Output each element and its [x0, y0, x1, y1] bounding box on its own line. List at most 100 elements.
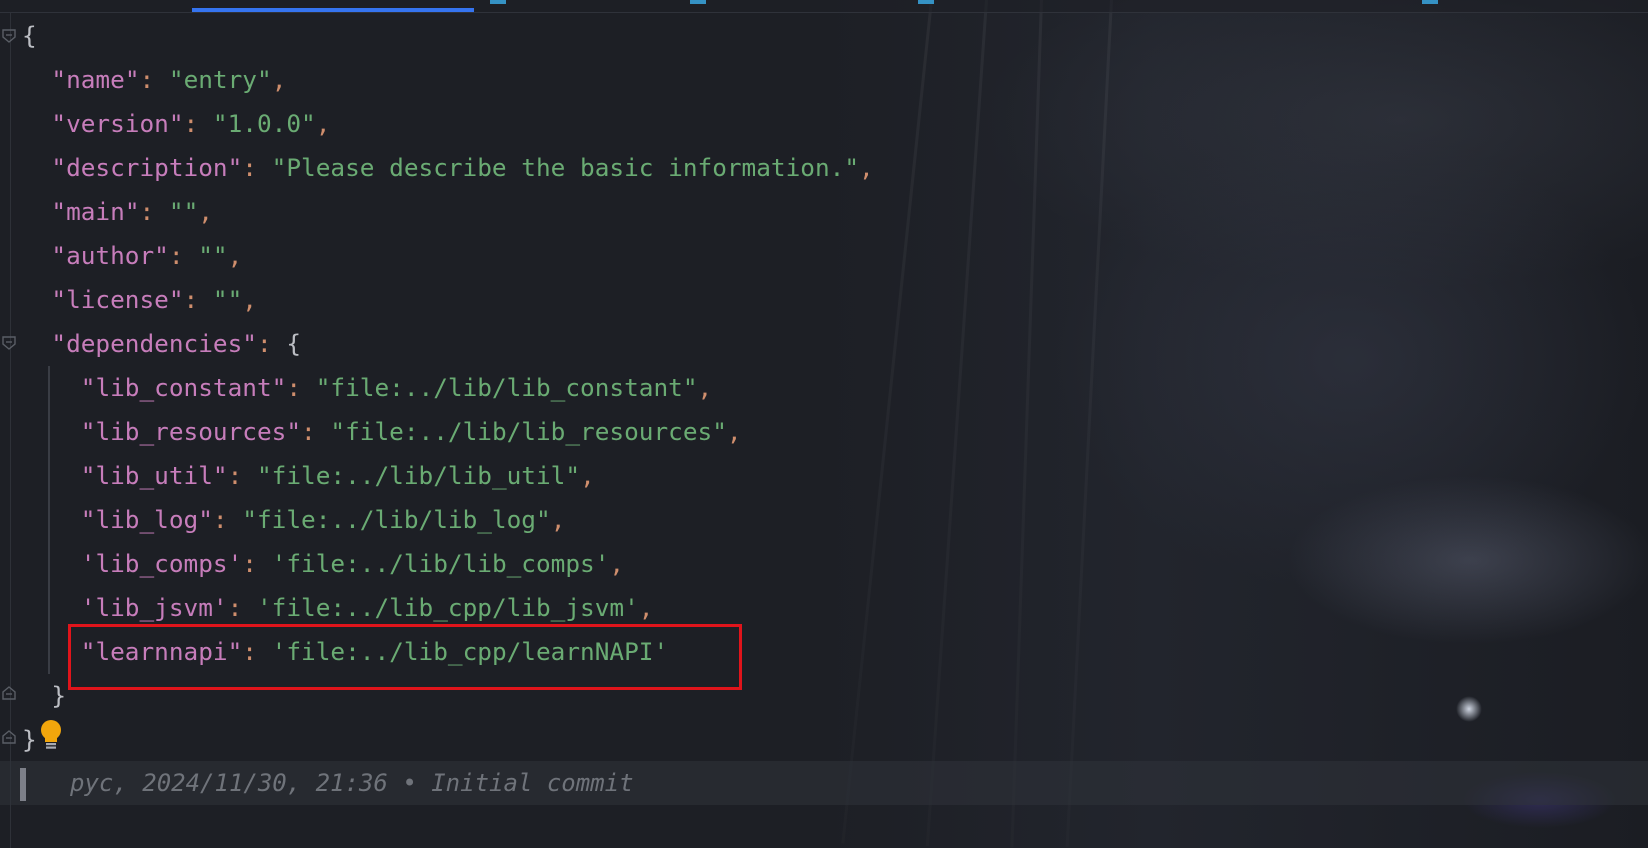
lightbulb-icon[interactable] [40, 720, 62, 752]
json-key: author [66, 241, 155, 270]
active-tab-indicator[interactable] [192, 8, 474, 12]
code-line[interactable]: "name": "entry", [22, 58, 286, 102]
json-value: Please describe the basic information. [286, 153, 845, 182]
json-key: description [66, 153, 228, 182]
json-value-quote: " [330, 417, 346, 446]
json-key-quote: " [51, 329, 67, 358]
json-key-quote: " [198, 505, 213, 534]
json-value: entry [183, 65, 257, 94]
json-close-brace: } [51, 681, 67, 710]
code-line[interactable]: "lib_resources": "file:../lib/lib_resour… [22, 410, 742, 454]
tab-file-icon[interactable] [690, 0, 706, 4]
json-value: file:../lib/lib_resources [345, 417, 713, 446]
json-comma: , [638, 593, 654, 622]
json-key-quote: " [242, 329, 257, 358]
json-key-quote: " [51, 153, 67, 182]
json-value-quote: " [844, 153, 860, 182]
json-colon: : [168, 241, 199, 270]
json-key-quote: " [51, 197, 67, 226]
json-value-quote: ' [271, 549, 287, 578]
json-value-quote: " [212, 241, 228, 270]
json-key-quote: " [80, 373, 96, 402]
editor-gutter[interactable] [0, 13, 20, 848]
json-key: version [66, 109, 169, 138]
json-colon: : [227, 593, 257, 622]
json-value: file:../lib/lib_util [271, 461, 566, 490]
code-line[interactable]: "dependencies": { [22, 322, 301, 366]
json-colon: : [139, 65, 169, 94]
json-key: lib_log [95, 505, 199, 534]
json-value-quote: " [242, 505, 257, 534]
json-comma: , [697, 373, 713, 402]
code-line[interactable]: "description": "Please describe the basi… [22, 146, 873, 190]
json-value-quote: " [227, 285, 243, 314]
code-line[interactable]: "version": "1.0.0", [22, 102, 330, 146]
json-key-quote: ' [227, 549, 243, 578]
json-key-quote: " [168, 285, 184, 314]
code-line[interactable]: 'lib_comps': 'file:../lib/lib_comps', [22, 542, 624, 586]
json-key: lib_jsvm [95, 593, 213, 622]
json-key-quote: ' [80, 593, 96, 622]
json-key: lib_util [95, 461, 213, 490]
json-comma: , [198, 197, 213, 226]
code-line[interactable]: "lib_constant": "file:../lib/lib_constan… [22, 366, 712, 410]
json-value-quote: " [315, 373, 331, 402]
json-value-quote: ' [624, 593, 639, 622]
fold-marker-icon[interactable] [2, 29, 16, 43]
json-key-quote: " [51, 285, 67, 314]
json-colon: : [242, 549, 272, 578]
json-key-quote: " [124, 65, 140, 94]
fold-marker-icon[interactable] [2, 730, 16, 744]
json-key: main [66, 197, 125, 226]
json-key-quote: " [168, 109, 184, 138]
json-key-quote: " [80, 461, 96, 490]
tab-file-icon[interactable] [490, 0, 506, 4]
json-value-quote: " [168, 197, 184, 226]
code-line[interactable]: { [22, 14, 37, 58]
json-comma: , [609, 549, 625, 578]
fold-marker-icon[interactable] [2, 686, 16, 700]
tab-file-icon[interactable] [918, 0, 934, 4]
json-key-quote: " [154, 241, 169, 270]
json-comma: , [227, 241, 243, 270]
code-line[interactable]: "author": "", [22, 234, 242, 278]
editor-tab-bar[interactable] [0, 0, 1648, 13]
json-key: name [66, 65, 125, 94]
code-line[interactable]: } [22, 674, 66, 718]
json-value-quote: " [301, 109, 316, 138]
json-key-quote: " [80, 417, 96, 446]
json-comma: , [242, 285, 257, 314]
background-eye-highlight [1456, 696, 1482, 722]
json-value: file:../lib/lib_log [256, 505, 536, 534]
json-key: lib_comps [95, 549, 228, 578]
code-line[interactable]: "license": "", [22, 278, 257, 322]
fold-marker-icon[interactable] [2, 336, 16, 350]
json-key: license [66, 285, 169, 314]
json-colon: : [242, 153, 272, 182]
json-key-quote: " [227, 153, 243, 182]
code-line[interactable]: "lib_log": "file:../lib/lib_log", [22, 498, 566, 542]
json-comma: , [726, 417, 742, 446]
code-line[interactable]: "main": "", [22, 190, 213, 234]
json-value: file:../lib_cpp/lib_jsvm [271, 593, 625, 622]
json-comma: , [271, 65, 287, 94]
code-line[interactable]: } [22, 718, 37, 762]
tab-file-icon[interactable] [1422, 0, 1438, 4]
json-value-quote: ' [594, 549, 610, 578]
json-value-quote: " [712, 417, 727, 446]
json-colon: : [301, 417, 331, 446]
json-open-brace: { [286, 329, 302, 358]
json-colon: : [139, 197, 169, 226]
json-value: file:../lib/lib_constant [330, 373, 683, 402]
json-colon: : [256, 329, 287, 358]
json-key-quote: " [80, 505, 96, 534]
json-close-brace: } [22, 725, 37, 754]
code-line[interactable]: "lib_util": "file:../lib/lib_util", [22, 454, 595, 498]
